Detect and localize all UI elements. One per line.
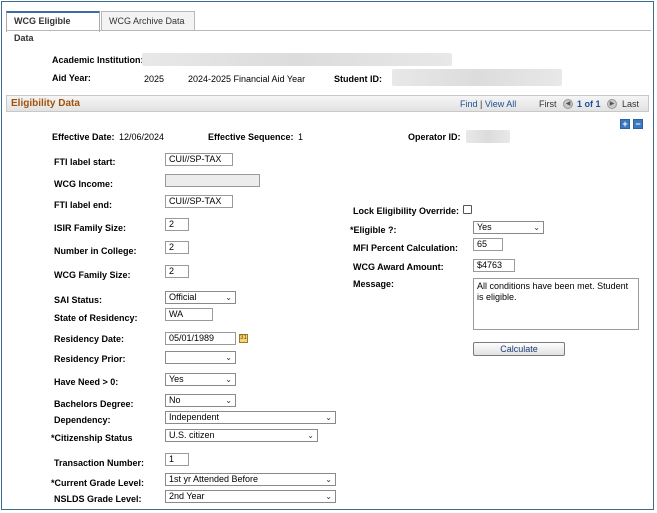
bachelors-degree-select[interactable]: No ⌄ <box>165 394 236 407</box>
first-label: First <box>539 99 557 109</box>
residency-date-field[interactable]: 05/01/1989 <box>165 332 236 345</box>
bachelors-degree-value: No <box>169 395 181 405</box>
chevron-down-icon: ⌄ <box>325 413 332 422</box>
residency-prior-select[interactable]: ⌄ <box>165 351 236 364</box>
chevron-down-icon: ⌄ <box>225 375 232 384</box>
calculate-button[interactable]: Calculate <box>473 342 565 356</box>
isir-family-size-label: ISIR Family Size: <box>54 223 127 233</box>
academic-institution-label: Academic Institution: <box>52 55 144 65</box>
chevron-down-icon: ⌄ <box>225 293 232 302</box>
nslds-grade-level-label: NSLDS Grade Level: <box>54 494 142 504</box>
remove-row-icon[interactable]: − <box>633 119 643 129</box>
add-row-icon[interactable]: + <box>620 119 630 129</box>
last-label: Last <box>622 99 640 109</box>
lock-eligibility-override-label: Lock Eligibility Override: <box>353 206 460 216</box>
have-need-label: Have Need > 0: <box>54 377 119 387</box>
section-title: Eligibility Data <box>11 98 80 109</box>
effective-date-value: 12/06/2024 <box>119 132 165 142</box>
sai-status-value: Official <box>169 292 197 302</box>
next-arrow-icon[interactable]: ▶ <box>607 99 617 109</box>
previous-arrow-icon[interactable]: ◀ <box>563 99 573 109</box>
chevron-down-icon: ⌄ <box>325 475 332 484</box>
citizenship-status-select[interactable]: U.S. citizen ⌄ <box>165 429 318 442</box>
wcg-award-amount-label: WCG Award Amount: <box>353 262 444 272</box>
eligible-select[interactable]: Yes ⌄ <box>473 221 544 234</box>
wcg-award-amount-field[interactable]: $4763 <box>473 259 515 272</box>
aid-year-label: Aid Year: <box>52 73 91 83</box>
find-link[interactable]: Find <box>460 99 478 109</box>
tab-wcg-archive-data[interactable]: WCG Archive Data <box>101 11 195 30</box>
tab-wcg-eligible-data[interactable]: WCG Eligible Data <box>6 11 100 43</box>
academic-institution-value-redacted <box>142 53 452 66</box>
message-textarea[interactable]: All conditions have been met. Student is… <box>473 278 639 330</box>
chevron-down-icon: ⌄ <box>325 492 332 501</box>
number-in-college-field[interactable]: 2 <box>165 241 189 254</box>
residency-date-label: Residency Date: <box>54 334 125 344</box>
fti-label-end-label: FTI label end: <box>54 200 113 210</box>
citizenship-status-label: *Citizenship Status <box>51 433 133 443</box>
operator-id-label: Operator ID: <box>408 132 461 142</box>
number-in-college-label: Number in College: <box>54 246 137 256</box>
wcg-income-label: WCG Income: <box>54 179 114 189</box>
bachelors-degree-label: Bachelors Degree: <box>54 399 134 409</box>
eligible-value: Yes <box>477 222 492 232</box>
fti-label-start-field[interactable]: CUI//SP-TAX <box>165 153 233 166</box>
aid-year-value: 2025 <box>144 74 165 84</box>
chevron-down-icon: ⌄ <box>307 431 314 440</box>
calendar-icon[interactable]: 31 <box>239 334 248 343</box>
mfi-percent-calculation-label: MFI Percent Calculation: <box>353 243 459 253</box>
current-grade-level-select[interactable]: 1st yr Attended Before ⌄ <box>165 473 336 486</box>
eligible-label: *Eligible ?: <box>350 225 397 235</box>
nslds-grade-level-select[interactable]: 2nd Year ⌄ <box>165 490 336 503</box>
citizenship-status-value: U.S. citizen <box>169 430 215 440</box>
chevron-down-icon: ⌄ <box>225 353 232 362</box>
dependency-value: Independent <box>169 412 220 422</box>
fti-label-start-label: FTI label start: <box>54 157 116 167</box>
chevron-down-icon: ⌄ <box>225 396 232 405</box>
current-grade-level-label: *Current Grade Level: <box>51 478 145 488</box>
view-all-link[interactable]: View All <box>485 99 516 109</box>
lock-eligibility-override-checkbox[interactable] <box>463 205 472 214</box>
have-need-select[interactable]: Yes ⌄ <box>165 373 236 386</box>
dependency-select[interactable]: Independent ⌄ <box>165 411 336 424</box>
student-id-label: Student ID: <box>334 74 382 84</box>
sai-status-label: SAI Status: <box>54 295 103 305</box>
state-of-residency-field[interactable]: WA <box>165 308 213 321</box>
nslds-grade-level-value: 2nd Year <box>169 491 205 501</box>
wcg-family-size-field[interactable]: 2 <box>165 265 189 278</box>
wcg-family-size-label: WCG Family Size: <box>54 270 131 280</box>
mfi-percent-calculation-field[interactable]: 65 <box>473 238 503 251</box>
effective-sequence-label: Effective Sequence: <box>208 132 294 142</box>
transaction-number-label: Transaction Number: <box>54 458 145 468</box>
state-of-residency-label: State of Residency: <box>54 313 138 323</box>
isir-family-size-field[interactable]: 2 <box>165 218 189 231</box>
effective-date-label: Effective Date: <box>52 132 115 142</box>
student-id-value-redacted <box>392 69 562 86</box>
nav-separator: | <box>480 99 483 109</box>
current-grade-level-value: 1st yr Attended Before <box>169 474 259 484</box>
fti-label-end-field[interactable]: CUI//SP-TAX <box>165 195 233 208</box>
have-need-value: Yes <box>169 374 184 384</box>
residency-prior-label: Residency Prior: <box>54 354 126 364</box>
eligibility-data-header: Eligibility Data Find | View All First ◀… <box>6 95 649 112</box>
chevron-down-icon: ⌄ <box>533 223 540 232</box>
transaction-number-field[interactable]: 1 <box>165 453 189 466</box>
tab-divider <box>6 30 651 31</box>
message-label: Message: <box>353 279 395 289</box>
dependency-label: Dependency: <box>54 415 111 425</box>
aid-year-description: 2024-2025 Financial Aid Year <box>188 74 306 84</box>
sai-status-select[interactable]: Official ⌄ <box>165 291 236 304</box>
operator-id-value-redacted <box>466 130 510 143</box>
wcg-income-field[interactable] <box>165 174 260 187</box>
effective-sequence-value: 1 <box>298 132 304 142</box>
row-count: 1 of 1 <box>577 99 601 109</box>
